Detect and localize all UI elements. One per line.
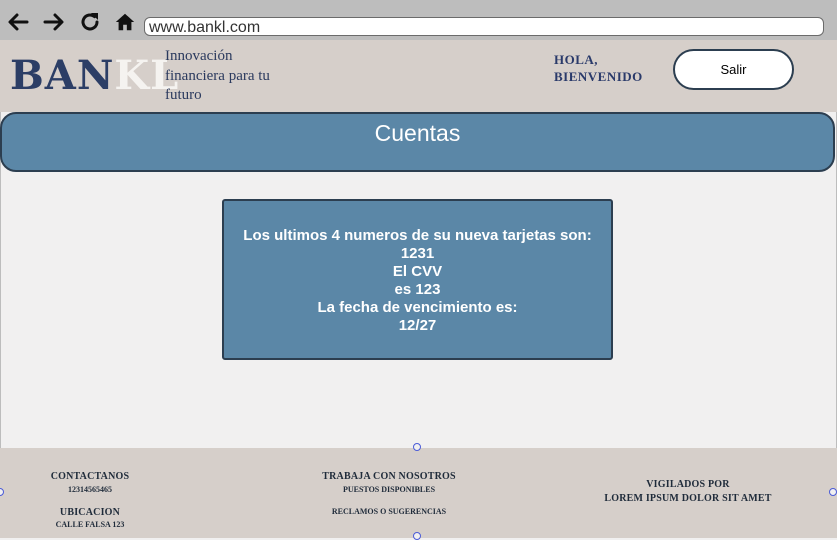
footer-claims-link[interactable]: Reclamos o Sugerencias — [319, 507, 459, 516]
card-digits-label: Los ultimos 4 numeros de su nueva tarjet… — [243, 227, 592, 244]
footer-location-address: Calle Falsa 123 — [55, 520, 125, 529]
greeting-line-1: Hola, — [554, 52, 599, 67]
resize-handle-top[interactable] — [413, 443, 421, 451]
footer-location-title: Ubicacion — [59, 507, 121, 518]
expiry-value: 12/27 — [398, 317, 437, 334]
cvv-label: El CVV — [392, 263, 443, 280]
logout-button[interactable]: Salir — [673, 49, 794, 90]
home-icon[interactable] — [114, 10, 136, 34]
url-bar[interactable]: www.bankl.com — [144, 17, 824, 36]
cvv-value: es 123 — [394, 281, 441, 298]
browser-toolbar: www.bankl.com — [0, 0, 837, 40]
footer-contact-title: Contactanos — [50, 471, 130, 482]
footer-contact-phone[interactable]: 12314565465 — [45, 485, 135, 494]
footer-jobs-title[interactable]: Trabaja Con Nosotros — [319, 471, 459, 482]
forward-arrow-icon[interactable] — [42, 10, 66, 34]
card-last-digits: 1231 — [400, 245, 435, 262]
resize-handle-bottom[interactable] — [413, 532, 421, 540]
resize-handle-right[interactable] — [829, 488, 837, 496]
back-arrow-icon[interactable] — [6, 10, 30, 34]
logo-text-ban: BAN — [10, 52, 115, 99]
greeting-line-2: Bienvenido — [554, 69, 643, 84]
card-info-text: Los ultimos 4 numeros de su nueva tarjet… — [222, 227, 613, 335]
footer-supervised-title: Vigilados por — [646, 479, 730, 490]
tagline: Innovación financiera para tu futuro — [165, 48, 270, 103]
reload-icon[interactable] — [78, 10, 102, 34]
page-title: Cuentas — [374, 120, 461, 146]
footer-jobs-link[interactable]: Puestos disponibles — [319, 485, 459, 494]
greeting: Hola, Bienvenido — [554, 51, 643, 85]
footer-supervised-text: Lorem ipsum dolor sit amet — [604, 493, 772, 504]
bankl-logo[interactable]: BANKL — [10, 50, 179, 102]
expiry-label: La fecha de vencimiento es: — [317, 299, 518, 316]
